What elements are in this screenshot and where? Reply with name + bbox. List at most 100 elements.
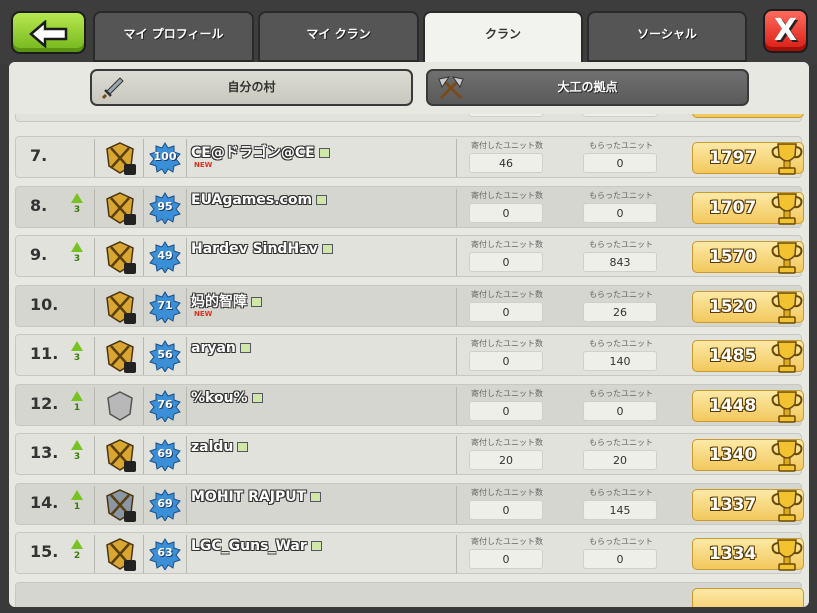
player-name[interactable]: MOHIT RAJPUT [191,488,322,505]
trend-count: 3 [73,254,81,264]
xp-level: 95 [157,199,173,213]
table-row[interactable]: 7. 100 CE@ドラゴン@CE NEW 寄付したユニット数 46 もらったユニット 0 17… [15,136,804,178]
received-label: もらったユニット [589,487,653,497]
player-name-text: Hardev SindHav [191,241,318,257]
player-name[interactable]: %kou% [191,390,263,406]
player-name[interactable]: aryan [191,340,251,356]
donated-label: 寄付したユニット数 [471,289,543,299]
divider [186,337,187,375]
xp-level-badge: 100 [149,142,181,174]
received-label: もらったユニット [589,438,653,447]
received-label: もらったユニット [589,141,653,150]
rank-number: 12. [30,393,59,413]
trophy-icon [771,489,803,522]
divider [94,535,95,573]
divider [456,337,457,375]
chat-icon [239,343,251,353]
league-badge-icon [102,338,138,374]
table-row[interactable]: 13. 3 69 zaldu 寄付したユニット数 20 もらったユニット 20 1340 [15,433,804,475]
table-row[interactable]: 10. 71 妈的智障 NEW 寄付したユニット数 0 もらったユニット 26 1520 [15,284,804,327]
table-row[interactable]: 9. 3 49 Hardev SindHav 寄付したユニット数 0 もらったユニット 843… [15,235,804,277]
chat-icon [318,148,330,158]
divider [456,436,457,474]
divider [94,287,95,326]
player-name[interactable]: 妈的智障 [191,291,262,311]
trophy-count-box [692,587,804,607]
donated-value: 0 [469,301,543,322]
divider [143,287,144,326]
chat-icon [251,296,262,307]
trophy-icon [771,390,803,423]
table-row[interactable]: 8. 3 95 EUAgames.com 寄付したユニット数 0 もらったユニット 0 1707 [15,185,804,228]
donated-value: 0 [469,351,543,371]
donated-label: 寄付したユニット数 [471,487,543,497]
received-label: もらったユニット [589,388,653,398]
divider [456,386,457,425]
player-name-text: MOHIT RAJPUT [191,488,307,505]
trophy-count-box: 1340 [692,439,804,472]
player-name[interactable]: EUAgames.com [191,192,328,208]
village-switch-bar: 自分の村 大工の拠点 [9,62,809,114]
tab-my-clan[interactable]: マイ クラン [258,11,419,62]
player-name-text: LGC_Guns_War [191,538,307,554]
xp-level-badge: 76 [149,389,181,422]
trophy-count-box: 1448 [692,389,804,423]
received-value: 843 [583,252,657,272]
table-row[interactable]: 15. 2 63 LGC_Guns_War 寄付したユニット数 0 もらったユニット 0 133… [15,532,804,574]
xp-level-badge: 56 [149,340,181,372]
donated-label: 寄付したユニット数 [471,141,543,150]
divider [456,188,457,227]
trophy-count: 1448 [709,395,757,416]
table-row[interactable]: 12. 1 76 %kou% 寄付したユニット数 0 もらったユニット 0 1448 [15,383,804,426]
trend-count: 1 [73,501,81,512]
player-name[interactable]: CE@ドラゴン@CE [191,142,330,162]
new-member-badge: NEW [194,161,213,169]
divider [456,485,457,524]
trend-count: 2 [73,551,81,561]
divider [143,238,144,276]
league-badge-icon [102,289,138,325]
divider [94,139,95,177]
xp-level: 69 [157,447,173,460]
player-name[interactable]: Hardev SindHav [191,241,333,257]
divider [94,386,95,425]
xp-level-badge: 95 [149,191,181,224]
crossed-axes-icon [438,76,464,100]
tab-clan[interactable]: クラン [423,11,583,66]
trophy-count: 1570 [709,247,757,267]
trophy-icon [771,341,803,373]
table-row[interactable]: 11. 3 56 aryan 寄付したユニット数 0 もらったユニット 140 1485 [15,334,804,376]
player-name[interactable]: LGC_Guns_War [191,538,322,554]
received-label: もらったユニット [589,537,653,546]
builder-base-tab[interactable]: 大工の拠点 [426,69,749,106]
close-button[interactable]: X [763,9,808,53]
trophy-icon [771,539,803,571]
home-village-tab[interactable]: 自分の村 [90,69,413,106]
table-row-partial[interactable] [15,581,804,607]
rank-number: 7. [30,146,48,165]
divider [456,139,457,177]
donated-label: 寄付したユニット数 [471,537,543,546]
table-row[interactable]: 14. 1 69 MOHIT RAJPUT 寄付したユニット数 0 もらったユニット 145 1… [15,482,804,525]
received-value: 0 [583,400,657,421]
builder-base-label: 大工の拠点 [557,80,618,94]
trophy-count-box: 1337 [692,488,804,522]
trend-up-icon [71,390,83,401]
tab-my-profile[interactable]: マイ プロフィール [93,11,254,62]
player-name-text: aryan [191,340,236,356]
trend-up-icon [71,341,83,351]
donated-value: 0 [469,549,543,569]
player-name[interactable]: zaldu [191,439,249,455]
chat-icon [310,491,322,502]
player-list[interactable]: 3 0 27 7.100CE@ドラゴン@CENEW寄付したユニット数46もらった… [9,80,809,607]
divider [186,386,187,425]
tab-social[interactable]: ソーシャル [587,11,747,62]
back-button[interactable] [11,11,86,54]
donated-value: 0 [469,400,543,421]
divider [94,238,95,276]
divider [456,238,457,276]
league-badge-icon [102,388,138,424]
trend-count: 3 [73,204,81,215]
donated-value: 0 [469,499,543,520]
received-label: もらったユニット [589,240,653,249]
